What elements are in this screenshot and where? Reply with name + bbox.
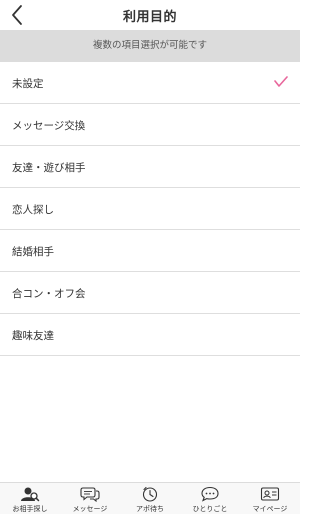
tab-label: マイページ [252,505,288,513]
option-message-exchange[interactable]: メッセージ交換 [0,104,300,146]
page-title: 利用目的 [122,10,177,25]
option-label: 未設定 [12,78,44,90]
tab-appointment[interactable]: アポ待ち [120,483,180,514]
option-label: 結婚相手 [12,246,54,258]
tab-label: メッセージ [72,505,108,513]
tab-messages[interactable]: メッセージ [60,483,120,514]
tab-label: アポ待ち [136,505,164,513]
search-person-icon [21,487,40,502]
tab-label: ひとりごと [192,505,228,513]
option-group-meetup[interactable]: 合コン・オフ会 [0,272,300,314]
chat-bubbles-icon [80,487,100,502]
option-label: 友達・遊び相手 [12,162,86,174]
option-friends[interactable]: 友達・遊び相手 [0,146,300,188]
option-label: 合コン・オフ会 [12,288,86,300]
option-label: 恋人探し [12,204,54,216]
option-partner-search[interactable]: 恋人探し [0,188,300,230]
tab-my-page[interactable]: マイページ [240,483,300,514]
option-marriage[interactable]: 結婚相手 [0,230,300,272]
clock-icon [142,486,158,502]
tab-partner-search[interactable]: お相手探し [0,483,60,514]
tab-label: お相手探し [12,505,48,513]
checkmark-icon [274,76,288,87]
option-label: メッセージ交換 [12,120,86,132]
option-unset[interactable]: 未設定 [0,62,300,104]
header-bar: 利用目的 [0,0,300,30]
purpose-option-list: 未設定 メッセージ交換 友達・遊び相手 恋人探し 結婚相手 合コン・オフ会 趣味… [0,62,300,356]
id-card-icon [260,487,280,501]
option-label: 趣味友達 [12,330,54,342]
option-hobby-friends[interactable]: 趣味友達 [0,314,300,356]
bottom-tab-bar: お相手探し メッセージ アポ待ち ひとりごと マイページ [0,482,300,514]
speech-bubble-icon [201,486,219,502]
tab-monologue[interactable]: ひとりごと [180,483,240,514]
multi-select-notice: 複数の項目選択が可能です [0,30,300,62]
